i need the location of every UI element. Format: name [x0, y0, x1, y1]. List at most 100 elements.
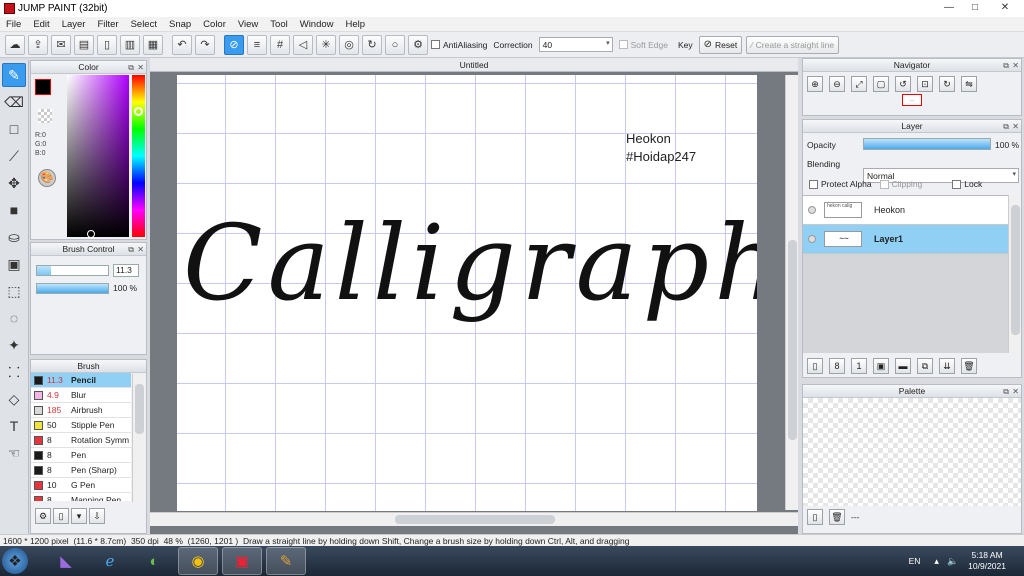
canvas-vertical-scrollbar[interactable] — [785, 75, 798, 510]
snap-off-icon[interactable]: ⊘ — [224, 34, 244, 55]
new-layer-icon[interactable]: ▯ — [807, 358, 823, 374]
document-tab[interactable]: Untitled — [150, 58, 798, 72]
antialiasing-toggle[interactable]: AntiAliasing — [431, 40, 487, 50]
merge-down-icon[interactable]: ⇊ — [939, 358, 955, 374]
message-icon[interactable]: ▤ — [74, 34, 94, 55]
clipping-checkbox[interactable] — [879, 179, 889, 189]
brush-list-item[interactable]: 10 G Pen — [31, 478, 131, 493]
language-indicator[interactable]: EN — [909, 556, 921, 566]
palette-icon[interactable]: 🎨 — [38, 169, 56, 187]
close-icon[interactable]: ✕ — [1012, 120, 1019, 133]
brush-list-item[interactable]: 8 Pen — [31, 448, 131, 463]
visibility-icon[interactable] — [808, 235, 816, 243]
visual-studio-icon[interactable]: ◣ — [46, 547, 86, 575]
palette-swatches[interactable] — [803, 398, 1021, 506]
brush-size-slider[interactable] — [36, 265, 109, 276]
menu-tool[interactable]: Tool — [264, 19, 293, 30]
redo-icon[interactable]: ↷ — [195, 34, 215, 55]
straight-line-button[interactable]: ⁄ Create a straight line — [746, 35, 840, 54]
new-palette-icon[interactable]: ▯ — [807, 509, 823, 525]
menu-color[interactable]: Color — [197, 19, 232, 30]
navigator-preview[interactable]: ~~ — [902, 94, 922, 106]
line-tool-icon[interactable]: ⟋ — [2, 144, 26, 168]
saturation-value-picker[interactable] — [67, 75, 129, 238]
reset-button[interactable]: ⊘ Reset — [698, 35, 743, 54]
new-brush-icon[interactable]: ▯ — [53, 508, 69, 524]
close-button[interactable]: ✕ — [990, 0, 1020, 14]
snap-radial-icon[interactable]: ✳ — [316, 34, 336, 55]
menu-edit[interactable]: Edit — [27, 19, 55, 30]
snap-grid-icon[interactable]: # — [270, 34, 290, 55]
brush-import-icon[interactable]: ⇩ — [89, 508, 105, 524]
gradient-tool-icon[interactable]: ▣ — [2, 252, 26, 276]
text-tool-icon[interactable]: T — [2, 414, 26, 438]
brush-menu-icon[interactable]: ▾ — [71, 508, 87, 524]
menu-window[interactable]: Window — [294, 19, 340, 30]
brush-list-scrollbar[interactable] — [132, 374, 146, 502]
image-layer-icon[interactable]: ▣ — [873, 358, 889, 374]
select-pen-icon[interactable]: ⸬ — [2, 360, 26, 384]
soft-edge-toggle[interactable]: Soft Edge — [618, 40, 668, 50]
brush-list-item[interactable]: 185 Airbrush — [31, 403, 131, 418]
delete-layer-icon[interactable]: 🗑 — [961, 358, 977, 374]
eraser-tool-icon[interactable]: ⌫ — [2, 90, 26, 114]
maximize-button[interactable]: □ — [962, 0, 988, 14]
duplicate-layer-icon[interactable]: ⧉ — [917, 358, 933, 374]
brush-list-item[interactable]: 11.3 Pencil — [31, 373, 131, 388]
magic-wand-icon[interactable]: ✦ — [2, 333, 26, 357]
brush-tool-icon[interactable]: ✎ — [2, 63, 26, 87]
layer-row[interactable]: hekon calig Heokon — [803, 196, 1008, 225]
close-icon[interactable]: ✕ — [1012, 385, 1019, 398]
menu-filter[interactable]: Filter — [91, 19, 124, 30]
layer-list-scrollbar[interactable] — [1008, 195, 1021, 353]
undock-icon[interactable]: ⧉ — [1003, 59, 1009, 72]
minimize-button[interactable]: — — [936, 0, 962, 14]
coccoc-browser-icon[interactable]: ◐ — [134, 547, 174, 575]
new-8bit-layer-icon[interactable]: 8 — [829, 358, 845, 374]
antialiasing-checkbox[interactable] — [431, 40, 440, 49]
undock-icon[interactable]: ⧉ — [1003, 385, 1009, 398]
close-icon[interactable]: ✕ — [137, 243, 144, 256]
actual-size-icon[interactable]: ▢ — [873, 76, 889, 92]
menu-select[interactable]: Select — [125, 19, 163, 30]
brush-opacity-slider[interactable] — [36, 283, 109, 294]
layer-scroll-thumb[interactable] — [1011, 205, 1020, 335]
snap-ellipse-icon[interactable]: ○ — [385, 34, 405, 55]
shape-tool-icon[interactable]: □ — [2, 117, 26, 141]
delete-palette-icon[interactable]: 🗑 — [829, 509, 845, 525]
snap-parallel-icon[interactable]: ≡ — [247, 34, 267, 55]
menu-help[interactable]: Help — [340, 19, 372, 30]
menu-view[interactable]: View — [232, 19, 264, 30]
menu-snap[interactable]: Snap — [163, 19, 197, 30]
undock-icon[interactable]: ⧉ — [128, 243, 134, 256]
new-1bit-layer-icon[interactable]: 1 — [851, 358, 867, 374]
snap-vanish-icon[interactable]: ◁ — [293, 34, 313, 55]
menu-file[interactable]: File — [0, 19, 27, 30]
correction-select[interactable]: 40 ▾ — [538, 37, 613, 52]
snap-settings-icon[interactable]: ⚙ — [408, 34, 428, 55]
layer-row[interactable]: ~~ Layer1 — [803, 225, 1008, 254]
brush-size-value[interactable]: 11.3 — [113, 264, 139, 277]
comment-icon[interactable]: ✉ — [51, 34, 71, 55]
select-eraser-icon[interactable]: ◇ — [2, 387, 26, 411]
lock-checkbox[interactable] — [952, 179, 962, 189]
lasso-select-icon[interactable]: ◌ — [2, 306, 26, 330]
snap-concentric-icon[interactable]: ◎ — [339, 34, 359, 55]
fill-rect-tool-icon[interactable]: ■ — [2, 198, 26, 222]
close-icon[interactable]: ✕ — [137, 61, 144, 74]
brush-list-item[interactable]: 8 Pen (Sharp) — [31, 463, 131, 478]
drawing-canvas[interactable]: Heokon #Hoidap247 Calligraphy — [177, 75, 757, 511]
start-button[interactable]: ❖ — [2, 548, 28, 574]
volume-icon[interactable]: 🔈 — [947, 556, 958, 567]
zoom-in-icon[interactable]: ⊕ — [807, 76, 823, 92]
bucket-tool-icon[interactable]: ⛀ — [2, 225, 26, 249]
brush-list-item[interactable]: 50 Stipple Pen — [31, 418, 131, 433]
system-clock[interactable]: 5:18 AM 10/9/2021 — [968, 550, 1006, 572]
rotate-left-icon[interactable]: ↺ — [895, 76, 911, 92]
undock-icon[interactable]: ⧉ — [128, 61, 134, 74]
brush-list-item[interactable]: 8 Rotation Symm — [31, 433, 131, 448]
hue-cursor[interactable] — [134, 107, 143, 116]
snap-curve-icon[interactable]: ↻ — [362, 34, 382, 55]
close-icon[interactable]: ✕ — [1012, 59, 1019, 72]
pages-icon[interactable]: ▥ — [120, 34, 140, 55]
